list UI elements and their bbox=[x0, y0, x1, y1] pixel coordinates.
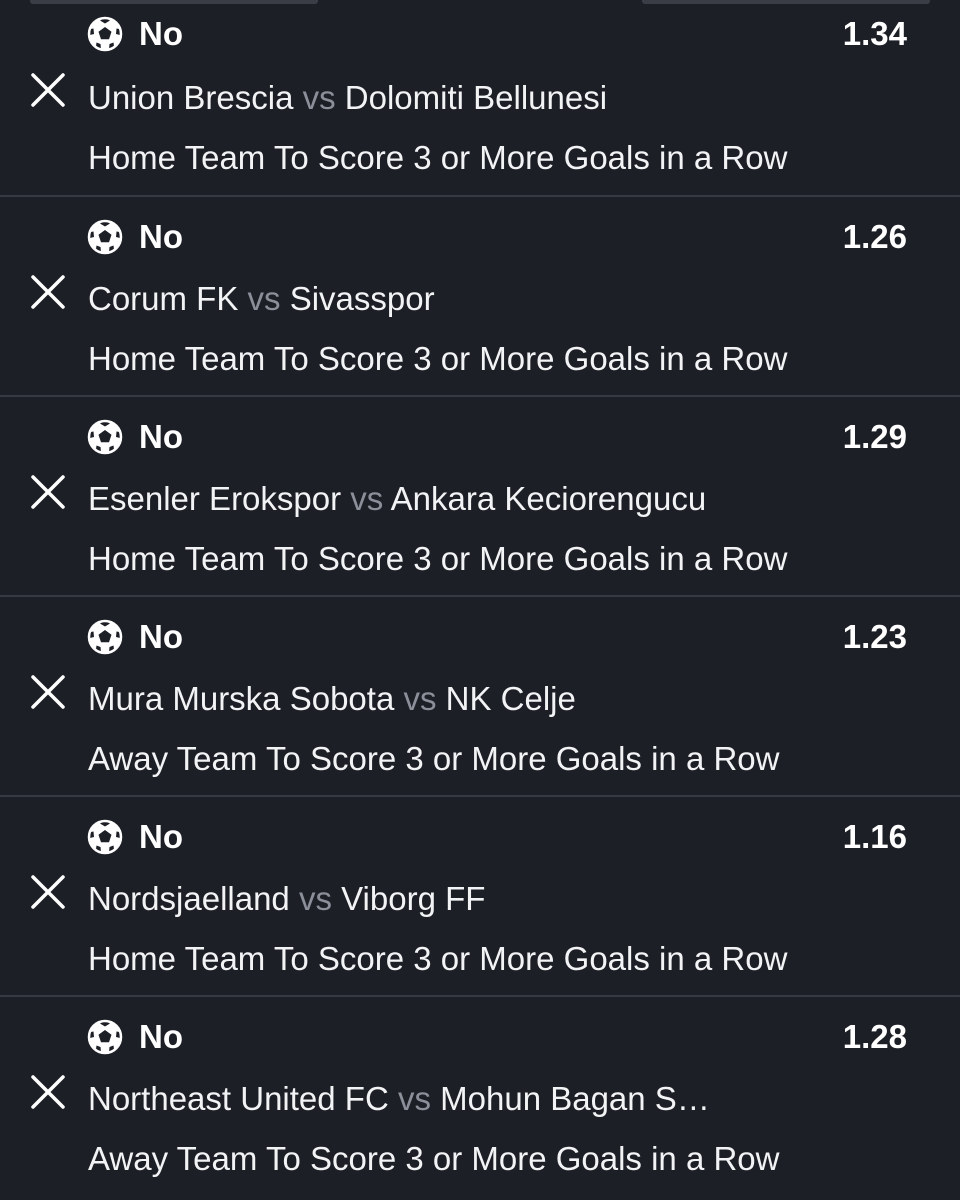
remove-bet-button[interactable] bbox=[30, 874, 66, 910]
selection-label: No bbox=[139, 618, 183, 655]
bet-item: No 1.23 Mura Murska Sobota vs NK Celje A… bbox=[0, 597, 960, 797]
away-team: Mohun Bagan S… bbox=[440, 1080, 710, 1117]
market-name: Home Team To Score 3 or More Goals in a … bbox=[88, 940, 788, 977]
vs-label: vs bbox=[302, 79, 336, 116]
home-team: Nordsjaelland bbox=[88, 880, 290, 917]
vs-label: vs bbox=[247, 280, 281, 317]
vs-label: vs bbox=[403, 680, 437, 717]
odds-value: 1.16 bbox=[842, 818, 907, 855]
close-icon bbox=[31, 73, 65, 107]
close-icon bbox=[31, 675, 65, 709]
away-team: Viborg FF bbox=[341, 880, 486, 917]
selection-label: No bbox=[139, 1018, 183, 1055]
away-team: Ankara Keciorengucu bbox=[390, 480, 707, 517]
remove-bet-button[interactable] bbox=[30, 72, 66, 108]
remove-bet-button[interactable] bbox=[30, 1074, 66, 1110]
bet-item: No 1.16 Nordsjaelland vs Viborg FF Home … bbox=[0, 797, 960, 997]
soccer-ball-icon bbox=[87, 219, 123, 255]
close-icon bbox=[31, 875, 65, 909]
away-team: NK Celje bbox=[445, 680, 576, 717]
remove-bet-button[interactable] bbox=[30, 274, 66, 310]
home-team: Corum FK bbox=[88, 280, 239, 317]
selection-label: No bbox=[139, 418, 183, 455]
market-name: Away Team To Score 3 or More Goals in a … bbox=[88, 1140, 780, 1177]
away-team: Dolomiti Bellunesi bbox=[344, 79, 608, 116]
odds-value: 1.26 bbox=[842, 218, 907, 255]
soccer-ball-icon bbox=[87, 1019, 123, 1055]
match-teams: Esenler Erokspor vs Ankara Keciorengucu bbox=[88, 479, 706, 519]
odds-value: 1.34 bbox=[842, 15, 907, 52]
bet-item: No 1.29 Esenler Erokspor vs Ankara Kecio… bbox=[0, 397, 960, 597]
soccer-ball-icon bbox=[87, 16, 123, 52]
vs-label: vs bbox=[397, 1080, 431, 1117]
market-name: Away Team To Score 3 or More Goals in a … bbox=[88, 740, 780, 777]
odds-value: 1.28 bbox=[842, 1018, 907, 1055]
close-icon bbox=[31, 475, 65, 509]
remove-bet-button[interactable] bbox=[30, 474, 66, 510]
selection-label: No bbox=[139, 15, 183, 52]
bet-item: No 1.26 Corum FK vs Sivasspor Home Team … bbox=[0, 197, 960, 397]
home-team: Union Brescia bbox=[88, 79, 294, 116]
match-teams: Northeast United FC vs Mohun Bagan S… bbox=[88, 1079, 710, 1119]
home-team: Mura Murska Sobota bbox=[88, 680, 395, 717]
match-teams: Nordsjaelland vs Viborg FF bbox=[88, 879, 485, 919]
match-teams: Mura Murska Sobota vs NK Celje bbox=[88, 679, 576, 719]
close-icon bbox=[31, 275, 65, 309]
bet-slip-list: No 1.34 Union Brescia vs Dolomiti Bellun… bbox=[0, 0, 960, 1197]
vs-label: vs bbox=[350, 480, 384, 517]
bet-item: No 1.28 Northeast United FC vs Mohun Bag… bbox=[0, 997, 960, 1197]
match-teams: Union Brescia vs Dolomiti Bellunesi bbox=[88, 78, 607, 118]
soccer-ball-icon bbox=[87, 619, 123, 655]
close-icon bbox=[31, 1075, 65, 1109]
bet-item: No 1.34 Union Brescia vs Dolomiti Bellun… bbox=[0, 0, 960, 197]
match-teams: Corum FK vs Sivasspor bbox=[88, 279, 435, 319]
odds-value: 1.23 bbox=[842, 618, 907, 655]
away-team: Sivasspor bbox=[289, 280, 435, 317]
market-name: Home Team To Score 3 or More Goals in a … bbox=[88, 540, 788, 577]
selection-label: No bbox=[139, 818, 183, 855]
home-team: Esenler Erokspor bbox=[88, 480, 342, 517]
remove-bet-button[interactable] bbox=[30, 674, 66, 710]
home-team: Northeast United FC bbox=[88, 1080, 389, 1117]
selection-label: No bbox=[139, 218, 183, 255]
vs-label: vs bbox=[298, 880, 332, 917]
market-name: Home Team To Score 3 or More Goals in a … bbox=[88, 340, 788, 377]
soccer-ball-icon bbox=[87, 419, 123, 455]
market-name: Home Team To Score 3 or More Goals in a … bbox=[88, 139, 788, 176]
soccer-ball-icon bbox=[87, 819, 123, 855]
odds-value: 1.29 bbox=[842, 418, 907, 455]
